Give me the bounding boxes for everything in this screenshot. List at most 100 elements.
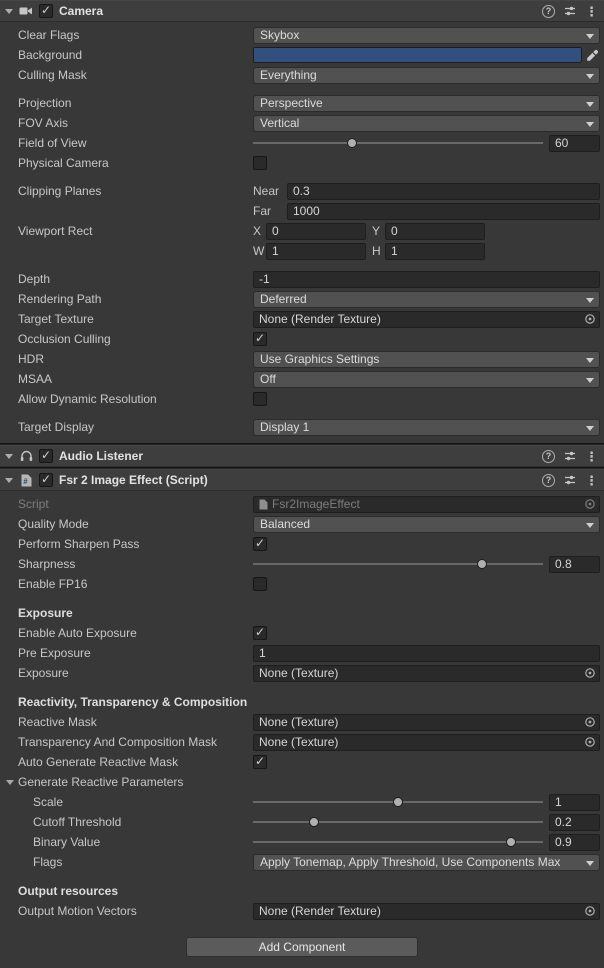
more-menu-icon[interactable]: ⋮ [585,450,598,463]
viewport-y-input[interactable]: 0 [385,223,485,240]
hdr-dropdown[interactable]: Use Graphics Settings [253,351,600,368]
enable-fp16-checkbox[interactable] [253,577,267,591]
presets-icon[interactable] [564,5,576,17]
fov-axis-dropdown[interactable]: Vertical [253,115,600,132]
pre-exposure-input[interactable]: 1 [253,645,600,662]
slider-knob[interactable] [393,797,403,807]
physical-camera-checkbox[interactable] [253,156,267,170]
row-enable-auto-exposure: Enable Auto Exposure [0,623,604,643]
sharpness-slider[interactable] [253,554,543,574]
dropdown-value: Deferred [260,292,307,306]
foldout-expanded-icon[interactable] [5,454,13,459]
scale-input[interactable]: 1 [549,794,600,811]
row-reactive-mask: Reactive Mask None (Texture) [0,712,604,732]
auto-generate-reactive-mask-checkbox[interactable] [253,755,267,769]
field-label: Sharpness [18,557,253,571]
quality-mode-dropdown[interactable]: Balanced [253,516,600,533]
background-color-swatch[interactable] [253,47,582,63]
target-display-dropdown[interactable]: Display 1 [253,419,600,436]
dropdown-value: Perspective [260,96,323,110]
object-picker-icon[interactable] [583,735,597,749]
viewport-h-input[interactable]: 1 [385,243,485,260]
dropdown-value: Vertical [260,116,299,130]
foldout-expanded-icon[interactable] [5,478,13,483]
presets-icon[interactable] [564,474,576,486]
clipping-near-input[interactable]: 0.3 [287,183,600,200]
component-title: Fsr 2 Image Effect (Script) [59,473,542,487]
script-objectfield: Fsr2ImageEffect [253,496,600,513]
scale-slider[interactable] [253,792,543,812]
field-label: Target Display [18,420,253,434]
field-label: Occlusion Culling [18,332,253,346]
field-label: Transparency And Composition Mask [18,735,253,749]
chevron-down-icon [586,426,594,431]
perform-sharpen-pass-checkbox[interactable] [253,537,267,551]
audio-listener-enabled-checkbox[interactable] [39,449,53,463]
more-menu-icon[interactable]: ⋮ [585,474,598,487]
field-value: 0 [391,224,398,238]
dropdown-value: Apply Tonemap, Apply Threshold, Use Comp… [260,855,560,869]
viewport-w-input[interactable]: 1 [266,243,366,260]
object-picker-icon[interactable] [583,715,597,729]
binary-value-slider[interactable] [253,832,543,852]
slider-knob[interactable] [347,138,357,148]
field-label: Perform Sharpen Pass [18,537,253,551]
chevron-down-icon [586,378,594,383]
field-label: Viewport Rect [18,224,253,238]
help-icon[interactable]: ? [542,5,555,18]
field-of-view-input[interactable]: 60 [549,135,600,152]
cutoff-threshold-slider[interactable] [253,812,543,832]
add-component-button[interactable]: Add Component [186,937,418,957]
foldout-expanded-icon[interactable] [5,9,13,14]
help-icon[interactable]: ? [542,450,555,463]
presets-icon[interactable] [564,450,576,462]
clear-flags-dropdown[interactable]: Skybox [253,27,600,44]
transparency-mask-objectfield[interactable]: None (Texture) [253,734,600,751]
field-of-view-slider[interactable] [253,133,543,153]
fsr2-enabled-checkbox[interactable] [39,473,53,487]
output-motion-vectors-objectfield[interactable]: None (Render Texture) [253,903,600,920]
reactive-mask-objectfield[interactable]: None (Texture) [253,714,600,731]
row-flags: Flags Apply Tonemap, Apply Threshold, Us… [0,852,604,872]
chevron-down-icon [586,122,594,127]
foldout-expanded-icon[interactable] [6,780,14,785]
camera-enabled-checkbox[interactable] [39,4,53,18]
sharpness-input[interactable]: 0.8 [549,556,600,573]
object-picker-icon[interactable] [583,497,597,511]
help-icon[interactable]: ? [542,474,555,487]
object-picker-icon[interactable] [583,904,597,918]
field-label: Rendering Path [18,292,253,306]
viewport-x-input[interactable]: 0 [266,223,366,240]
projection-dropdown[interactable]: Perspective [253,95,600,112]
chevron-down-icon [586,358,594,363]
near-sublabel: Near [253,184,287,198]
flags-dropdown[interactable]: Apply Tonemap, Apply Threshold, Use Comp… [253,854,600,871]
row-culling-mask: Culling Mask Everything [0,65,604,85]
eyedropper-icon[interactable] [584,47,600,63]
depth-input[interactable]: -1 [253,271,600,288]
row-auto-generate-reactive-mask: Auto Generate Reactive Mask [0,752,604,772]
clipping-far-input[interactable]: 1000 [287,203,600,220]
row-viewport-wh: W 1 H 1 [0,241,604,261]
culling-mask-dropdown[interactable]: Everything [253,67,600,84]
slider-knob[interactable] [477,559,487,569]
row-scale: Scale 1 [0,792,604,812]
object-picker-icon[interactable] [583,666,597,680]
msaa-dropdown[interactable]: Off [253,371,600,388]
slider-knob[interactable] [506,837,516,847]
target-texture-objectfield[interactable]: None (Render Texture) [253,311,600,328]
occlusion-culling-checkbox[interactable] [253,332,267,346]
object-value: None (Render Texture) [259,312,583,326]
field-value: 1 [391,244,398,258]
svg-text:#: # [23,477,28,486]
binary-value-input[interactable]: 0.9 [549,834,600,851]
allow-dynamic-resolution-checkbox[interactable] [253,392,267,406]
more-menu-icon[interactable]: ⋮ [585,5,598,18]
exposure-objectfield[interactable]: None (Texture) [253,665,600,682]
enable-auto-exposure-checkbox[interactable] [253,626,267,640]
cutoff-threshold-input[interactable]: 0.2 [549,814,600,831]
slider-knob[interactable] [309,817,319,827]
object-picker-icon[interactable] [583,312,597,326]
rendering-path-dropdown[interactable]: Deferred [253,291,600,308]
row-generate-reactive-parameters[interactable]: Generate Reactive Parameters [0,772,604,792]
